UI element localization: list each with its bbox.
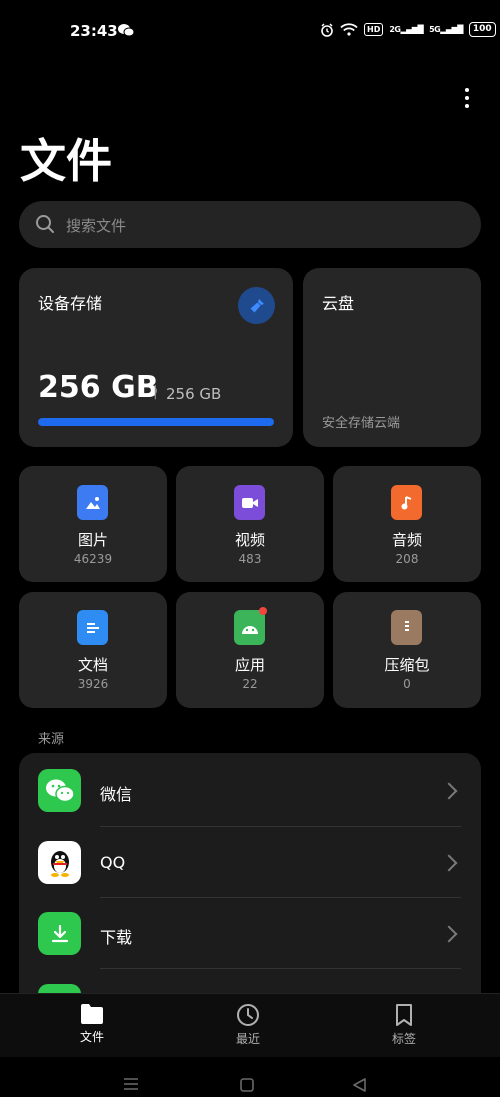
storage-used: 256 GB bbox=[38, 370, 159, 405]
app-update-badge bbox=[259, 607, 267, 615]
document-icon bbox=[77, 610, 108, 645]
source-label: 下载 bbox=[100, 928, 133, 947]
image-icon bbox=[77, 485, 108, 520]
category-label: 音频 bbox=[391, 531, 422, 549]
category-count: 208 bbox=[395, 552, 419, 566]
category-audio[interactable]: 音频 208 bbox=[333, 466, 481, 582]
android-icon bbox=[234, 610, 265, 645]
source-list: 微信 QQ 下载 bbox=[19, 753, 481, 1013]
source-wechat[interactable] bbox=[19, 753, 481, 825]
clean-storage-button[interactable] bbox=[238, 287, 275, 324]
broom-icon bbox=[250, 298, 264, 312]
storage-total: 256 GB bbox=[166, 385, 222, 403]
signal-2g-icon: 2G▂▄▆█ bbox=[389, 25, 424, 34]
qq-penguin-icon bbox=[38, 841, 81, 884]
category-label: 图片 bbox=[77, 531, 108, 549]
storage-separator: | bbox=[153, 384, 158, 400]
storage-progress-bar bbox=[38, 418, 274, 426]
source-download[interactable] bbox=[19, 899, 481, 971]
battery-icon: 100 bbox=[468, 22, 496, 37]
source-label: QQ bbox=[100, 853, 126, 872]
alarm-icon bbox=[321, 22, 333, 37]
wechat-notification-icon bbox=[118, 22, 135, 41]
category-videos[interactable]: 视频 483 bbox=[176, 466, 324, 582]
source-qq[interactable] bbox=[19, 827, 481, 899]
bookmark-icon bbox=[396, 1004, 412, 1026]
clock-icon bbox=[237, 1004, 259, 1026]
category-apps[interactable]: 应用 22 bbox=[176, 592, 324, 708]
folder-icon bbox=[81, 1004, 103, 1024]
nav-tags[interactable]: 标签 bbox=[364, 1003, 444, 1047]
video-icon bbox=[234, 485, 265, 520]
category-archives[interactable]: 压缩包 0 bbox=[333, 592, 481, 708]
nav-files[interactable]: 文件 bbox=[52, 1003, 132, 1045]
category-count: 3926 bbox=[77, 677, 109, 691]
hd-badge: HD bbox=[364, 23, 384, 36]
more-dot-icon bbox=[465, 88, 469, 92]
category-label: 压缩包 bbox=[384, 656, 430, 674]
category-label: 文档 bbox=[77, 656, 108, 674]
status-time: 23:43 bbox=[70, 22, 118, 40]
archive-icon bbox=[391, 610, 422, 645]
category-documents[interactable]: 文档 3926 bbox=[19, 592, 167, 708]
divider bbox=[100, 968, 461, 969]
category-count: 22 bbox=[242, 677, 258, 691]
wechat-icon bbox=[38, 769, 81, 812]
sources-section-label: 来源 bbox=[38, 732, 65, 747]
music-note-icon bbox=[391, 485, 422, 520]
nav-label: 最近 bbox=[235, 1032, 260, 1046]
signal-5g-icon: 5G▂▄▆█ bbox=[429, 25, 463, 34]
device-storage-title: 设备存储 bbox=[38, 294, 103, 313]
nav-recent[interactable]: 最近 bbox=[208, 1003, 288, 1047]
category-count: 0 bbox=[403, 677, 411, 691]
menu-icon[interactable] bbox=[123, 1077, 139, 1091]
nav-label: 标签 bbox=[391, 1032, 416, 1046]
more-dot-icon bbox=[465, 104, 469, 108]
divider bbox=[100, 897, 461, 898]
storage-progress-fill bbox=[38, 418, 274, 426]
home-icon[interactable] bbox=[239, 1077, 255, 1093]
status-icons: HD 2G▂▄▆█ 5G▂▄▆█ 100 bbox=[320, 22, 496, 37]
category-count: 483 bbox=[238, 552, 262, 566]
wifi-icon bbox=[340, 23, 358, 36]
search-placeholder: 搜索文件 bbox=[66, 217, 127, 235]
source-label: 微信 bbox=[100, 785, 133, 804]
page-title: 文件 bbox=[20, 134, 112, 188]
more-dot-icon bbox=[465, 96, 469, 100]
search-icon bbox=[36, 215, 54, 233]
cloud-drive-subtitle: 安全存储云端 bbox=[322, 416, 401, 431]
more-options-button[interactable] bbox=[455, 84, 479, 112]
category-label: 视频 bbox=[234, 531, 265, 549]
cloud-drive-title: 云盘 bbox=[322, 294, 355, 313]
category-count: 46239 bbox=[73, 552, 113, 566]
category-label: 应用 bbox=[234, 656, 265, 674]
back-icon[interactable] bbox=[352, 1077, 368, 1093]
nav-label: 文件 bbox=[79, 1030, 104, 1044]
category-images[interactable]: 图片 46239 bbox=[19, 466, 167, 582]
download-icon bbox=[38, 912, 81, 955]
